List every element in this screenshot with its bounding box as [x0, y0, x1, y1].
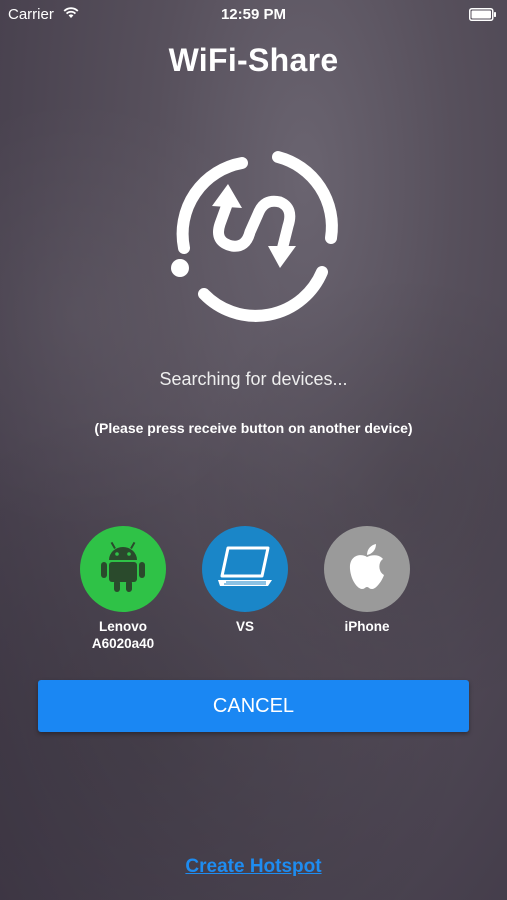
device-avatar	[324, 526, 410, 612]
device-vs[interactable]: VS	[190, 526, 300, 635]
device-name: iPhone	[312, 618, 422, 635]
apple-icon	[347, 543, 387, 596]
status-bar: Carrier 12:59 PM	[0, 0, 507, 28]
laptop-icon	[216, 544, 274, 595]
battery-icon	[469, 8, 497, 25]
device-name: VS	[190, 618, 300, 635]
device-name-line1: Lenovo	[98, 619, 147, 634]
device-iphone[interactable]: iPhone	[312, 526, 422, 635]
device-name-line1: VS	[235, 619, 254, 634]
receive-hint-text: (Please press receive button on another …	[94, 420, 413, 436]
device-avatar	[202, 526, 288, 612]
device-lenovo[interactable]: Lenovo A6020a40	[68, 526, 178, 652]
device-avatar	[80, 526, 166, 612]
create-hotspot-link[interactable]: Create Hotspot	[0, 856, 507, 878]
device-name-line2: A6020a40	[91, 636, 155, 651]
sync-logo-icon	[164, 144, 344, 329]
background	[0, 0, 507, 900]
device-name-line1: iPhone	[344, 619, 390, 634]
clock: 12:59 PM	[220, 6, 287, 23]
cancel-button[interactable]: CANCEL	[38, 680, 469, 732]
android-icon	[100, 540, 146, 599]
device-name: Lenovo A6020a40	[68, 618, 178, 652]
search-status-text: Searching for devices...	[159, 369, 348, 389]
app-title: WiFi-Share	[168, 42, 339, 78]
